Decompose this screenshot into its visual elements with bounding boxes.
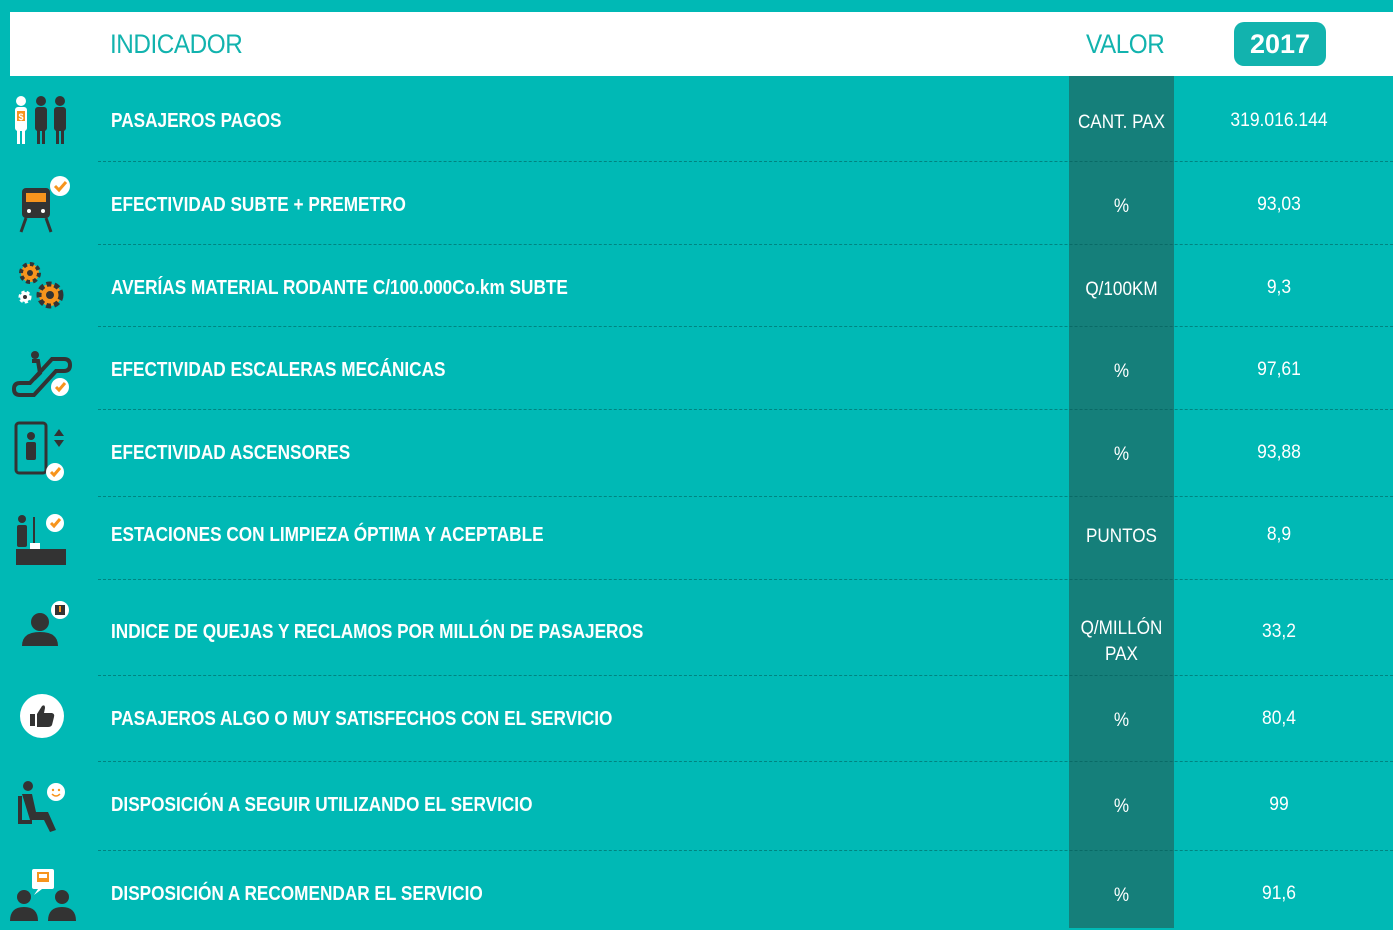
indicator-value: 319.016.144	[1230, 110, 1328, 131]
thumbs-up-icon	[10, 692, 74, 756]
indicator-label: DISPOSICIÓN A SEGUIR UTILIZANDO EL SERVI…	[111, 794, 533, 816]
indicator-row: DISPOSICIÓN A RECOMENDAR EL SERVICIO % 9…	[0, 851, 1393, 928]
value-column-header: VALOR	[1086, 29, 1165, 59]
indicator-row: INDICE DE QUEJAS Y RECLAMOS POR MILLÓN D…	[0, 580, 1393, 676]
indicator-label: ESTACIONES CON LIMPIEZA ÓPTIMA Y ACEPTAB…	[111, 524, 544, 546]
indicator-value: 99	[1269, 794, 1289, 815]
indicator-row: ESTACIONES CON LIMPIEZA ÓPTIMA Y ACEPTAB…	[0, 497, 1393, 580]
indicator-unit: Q/100KM	[1085, 279, 1158, 300]
seated-smile-icon	[10, 776, 74, 840]
table-header: INDICADOR VALOR 2017	[10, 12, 1393, 76]
indicator-unit: CANT. PAX	[1077, 112, 1166, 133]
indicator-row: $ PASAJEROS PAGOS CANT. PAX 319.016.144	[0, 76, 1393, 162]
indicator-label: AVERÍAS MATERIAL RODANTE C/100.000Co.km …	[111, 277, 568, 299]
train-check-icon	[10, 174, 74, 238]
indicator-value: 97,61	[1257, 359, 1301, 380]
indicator-value: 8,9	[1266, 524, 1292, 545]
indicator-row: PASAJEROS ALGO O MUY SATISFECHOS CON EL …	[0, 676, 1393, 762]
indicator-label: PASAJEROS ALGO O MUY SATISFECHOS CON EL …	[111, 708, 613, 730]
indicator-unit: %	[1113, 885, 1130, 906]
indicator-unit: %	[1113, 361, 1130, 382]
indicator-unit: %	[1113, 196, 1130, 217]
indicator-row: EFECTIVIDAD SUBTE + PREMETRO % 93,03	[0, 162, 1393, 245]
indicator-row: AVERÍAS MATERIAL RODANTE C/100.000Co.km …	[0, 245, 1393, 327]
indicator-unit: %	[1113, 796, 1130, 817]
svg-text:$: $	[18, 112, 23, 122]
indicator-value: 33,2	[1261, 621, 1297, 642]
indicator-label: EFECTIVIDAD ASCENSORES	[111, 442, 351, 464]
paying-passengers-icon: $	[10, 90, 74, 154]
indicator-unit: %	[1113, 710, 1130, 731]
year-badge: 2017	[1234, 22, 1326, 66]
indicator-value: 93,88	[1257, 442, 1301, 463]
indicator-label: EFECTIVIDAD ESCALERAS MECÁNICAS	[111, 359, 446, 381]
elevator-check-icon	[10, 420, 74, 484]
indicator-unit: %	[1113, 444, 1130, 465]
indicator-unit: Q/MILLÓN PAX	[1080, 618, 1163, 665]
indicator-value: 93,03	[1257, 194, 1301, 215]
complaint-person-icon	[10, 598, 74, 662]
indicator-value: 9,3	[1266, 277, 1292, 298]
indicator-label: DISPOSICIÓN A RECOMENDAR EL SERVICIO	[111, 883, 483, 905]
indicator-label: INDICE DE QUEJAS Y RECLAMOS POR MILLÓN D…	[111, 621, 644, 643]
indicator-label: PASAJEROS PAGOS	[111, 110, 282, 132]
indicator-row: EFECTIVIDAD ESCALERAS MECÁNICAS % 97,61	[0, 327, 1393, 410]
indicator-label: EFECTIVIDAD SUBTE + PREMETRO	[111, 194, 406, 216]
indicator-value: 80,4	[1261, 708, 1297, 729]
indicator-row: DISPOSICIÓN A SEGUIR UTILIZANDO EL SERVI…	[0, 762, 1393, 851]
escalator-check-icon	[10, 339, 74, 403]
indicator-unit: PUNTOS	[1086, 526, 1157, 547]
indicator-row: EFECTIVIDAD ASCENSORES % 93,88	[0, 410, 1393, 497]
recommend-people-icon	[10, 861, 76, 925]
gears-icon	[10, 257, 74, 321]
indicator-column-header: INDICADOR	[110, 29, 243, 59]
indicator-value: 91,6	[1261, 883, 1297, 904]
cleaning-check-icon	[10, 509, 74, 573]
